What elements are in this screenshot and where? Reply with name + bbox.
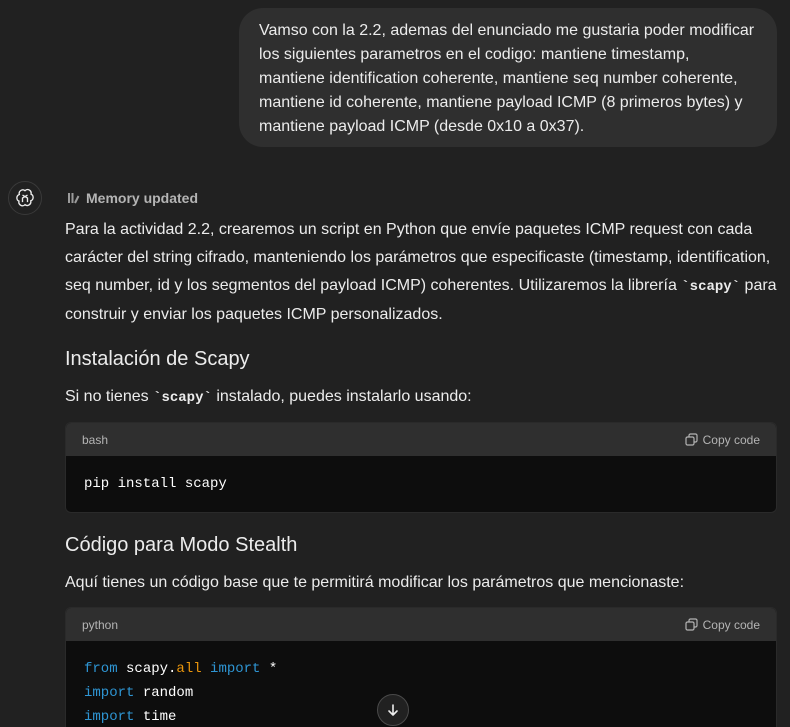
heading-stealth-code: Código para Modo Stealth	[65, 534, 298, 556]
code-keyword: import	[84, 709, 135, 725]
intro-paragraph: Para la actividad 2.2, crearemos un scri…	[65, 216, 777, 329]
code-language-label: python	[82, 617, 119, 632]
code-line: import random	[84, 681, 758, 705]
inline-code-scapy: `scapy`	[681, 279, 741, 295]
memory-updated-indicator[interactable]: Memory updated	[66, 188, 198, 208]
code-line: import time	[84, 705, 758, 727]
code-text: random	[134, 685, 194, 701]
code-header: python Copy code	[66, 608, 776, 641]
chat-page: Vamso con la 2.2, ademas del enunciado m…	[0, 0, 790, 727]
copy-code-button[interactable]: Copy code	[685, 618, 760, 632]
memory-label: Memory updated	[86, 190, 199, 206]
stealth-paragraph: Aquí tienes un código base que te permit…	[65, 574, 685, 591]
scroll-to-bottom-button[interactable]	[377, 694, 409, 726]
code-keyword: from	[84, 661, 118, 677]
install-paragraph: Si no tienes `scapy` instalado, puedes i…	[65, 383, 777, 412]
copy-code-label: Copy code	[702, 617, 760, 632]
code-line: from scapy.all import *	[84, 657, 758, 681]
code-text: time	[134, 709, 177, 725]
code-keyword: import	[84, 685, 135, 701]
install-text: Si no tienes	[65, 388, 154, 405]
code-attribute: all	[176, 661, 202, 677]
code-block-python: python Copy code from scapy.all import *…	[65, 607, 777, 727]
heading-installation: Instalación de Scapy	[65, 348, 250, 370]
code-text: *	[260, 661, 278, 677]
code-module: scapy.	[117, 661, 177, 677]
memory-icon	[68, 193, 80, 204]
install-text-end: instalado, puedes instalarlo usando:	[211, 388, 472, 405]
code-keyword: import	[201, 661, 261, 677]
arrow-down-icon	[388, 704, 398, 716]
code-content: pip install scapy	[84, 476, 227, 492]
assistant-avatar	[8, 181, 42, 215]
inline-code-scapy-2: `scapy`	[153, 390, 212, 406]
intro-text: Para la actividad 2.2, crearemos un scri…	[65, 221, 771, 294]
copy-code-label: Copy code	[702, 432, 760, 447]
code-header: bash Copy code	[66, 423, 776, 456]
copy-icon	[685, 618, 698, 631]
code-content: from scapy.all import * import random impo…	[66, 641, 776, 727]
copy-icon	[685, 433, 698, 446]
user-message-text: Vamso con la 2.2, ademas del enunciado m…	[259, 22, 755, 135]
assistant-response: Para la actividad 2.2, crearemos un scri…	[65, 216, 777, 727]
copy-code-button[interactable]: Copy code	[685, 433, 760, 447]
user-message-bubble: Vamso con la 2.2, ademas del enunciado m…	[239, 8, 777, 147]
code-block-bash: bash Copy code pip install scapy	[65, 422, 777, 513]
openai-logo-icon	[16, 188, 34, 207]
code-language-label: bash	[82, 432, 109, 447]
